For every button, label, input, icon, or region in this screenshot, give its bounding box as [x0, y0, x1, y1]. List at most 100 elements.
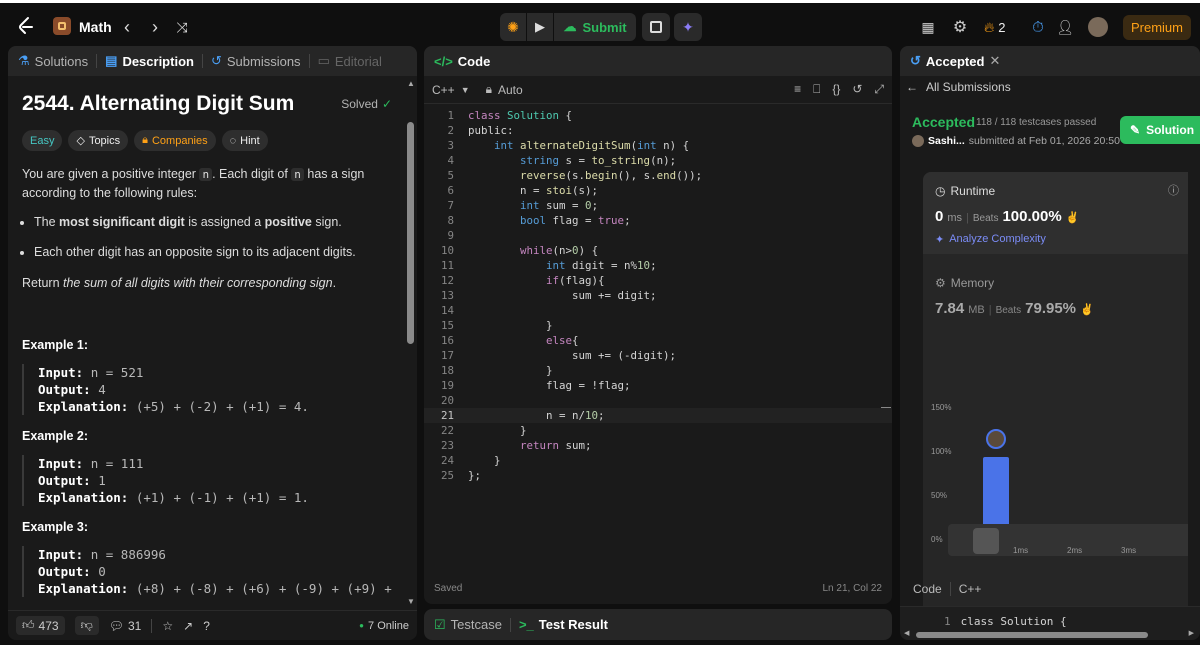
scroll-right-icon[interactable]: ▶ [1189, 629, 1194, 637]
help-icon[interactable]: ? [203, 619, 210, 633]
layout-icon[interactable]: ▦ [918, 17, 938, 37]
tab-accepted[interactable]: ↺ Accepted ✕ [910, 53, 1000, 69]
problem-list-icon[interactable] [53, 17, 71, 35]
premium-button[interactable]: Premium [1123, 15, 1191, 40]
tab-description[interactable]: ▤ Description [105, 53, 194, 69]
debug-button[interactable]: ✺ [500, 13, 526, 41]
format-icon[interactable]: ≡ [794, 82, 801, 97]
slider-handle[interactable] [973, 528, 999, 554]
timer-icon[interactable]: ⏱ [1028, 17, 1048, 37]
code-line[interactable]: 11 int digit = n%10; [424, 258, 892, 273]
submitted-code-header: Code C++ [913, 582, 981, 596]
code-line[interactable]: 25}; [424, 468, 892, 483]
code-line[interactable]: 10 while(n>0) { [424, 243, 892, 258]
scroll-thumb[interactable] [407, 122, 414, 344]
solution-button[interactable]: ✎ Solution [1120, 116, 1200, 144]
run-button[interactable]: ▶ [527, 13, 553, 41]
code-line[interactable]: 22 } [424, 423, 892, 438]
code-line[interactable]: 24 } [424, 453, 892, 468]
hint-tag[interactable]: ◌ Hint [221, 130, 268, 151]
streak-counter[interactable]: 🔥︎ 2 [984, 17, 1006, 37]
prev-problem-icon[interactable]: ‹ [118, 16, 136, 38]
scroll-thumb[interactable] [916, 632, 1148, 638]
code-line[interactable]: 13 sum += digit; [424, 288, 892, 303]
topics-tag[interactable]: ◇ Topics [68, 130, 129, 151]
code-line[interactable]: 9 [424, 228, 892, 243]
code-line[interactable]: 19 flag = !flag; [424, 378, 892, 393]
shuffle-icon[interactable]: ⤨ [172, 16, 192, 38]
code-line[interactable]: 17 sum += (-digit); [424, 348, 892, 363]
code-header: </> Code [424, 46, 892, 76]
user-avatar[interactable] [1088, 17, 1108, 37]
line-number: 9 [447, 229, 454, 242]
code-editor[interactable]: 1 class Solution {2 public: 3 int alternate… [424, 108, 892, 483]
notes-button[interactable] [642, 13, 670, 41]
lock-icon: 🔒︎ [142, 134, 148, 146]
code-line[interactable]: 21 n = n/10; [424, 408, 892, 423]
close-icon[interactable]: ✕ [989, 53, 1000, 69]
info-icon[interactable]: ⓘ [1168, 182, 1179, 198]
ai-sparkle-icon[interactable]: ✦ [674, 13, 702, 41]
divider [949, 582, 951, 596]
code-line[interactable]: 3 int alternateDigitSum(int n) { [424, 138, 892, 153]
scroll-left-icon[interactable]: ◀ [904, 629, 909, 637]
scroll-down-icon[interactable]: ▼ [407, 597, 415, 606]
comments-button[interactable]: 💬︎ 31 [109, 619, 142, 633]
star-icon[interactable]: ☆ [162, 619, 173, 633]
code-line[interactable]: 5 reverse(s.begin(), s.end()); [424, 168, 892, 183]
expand-icon[interactable]: ⤢ [874, 82, 884, 97]
reset-icon[interactable]: ↺ [852, 82, 862, 97]
tab-submissions[interactable]: ↺ Submissions [211, 53, 301, 69]
add-friend-icon[interactable]: 👤︎ [1055, 17, 1075, 37]
memory-card[interactable]: ⚙ Memory 7.84 MB | Beats 79.95% ✌ [923, 254, 1188, 324]
code-line[interactable]: 12 if(flag){ [424, 273, 892, 288]
back-to-submissions[interactable]: ← All Submissions [906, 80, 1011, 94]
checkbox-icon: ☑ [434, 616, 446, 632]
submitter-name[interactable]: Sashi... [928, 135, 965, 147]
tab-code[interactable]: </> Code [434, 54, 490, 69]
solved-indicator: Solved ✓ [341, 97, 392, 111]
tab-testcase[interactable]: ☑ Testcase [434, 617, 502, 633]
line-number: 10 [440, 244, 454, 257]
submitted-code-preview: 1 class Solution { ◀ ▶ [900, 606, 1200, 640]
like-button[interactable]: 👍︎ 473 [16, 616, 65, 635]
tab-test-result[interactable]: >_ Test Result [519, 617, 608, 632]
code-line[interactable]: 16 else{ [424, 333, 892, 348]
analyze-complexity[interactable]: ✦ Analyze Complexity [935, 233, 1046, 246]
auto-mode[interactable]: 🔒︎ Auto [486, 82, 523, 97]
settings-gear-icon[interactable]: ⚙ [950, 17, 970, 37]
submit-button[interactable]: ☁ Submit [554, 13, 636, 41]
tab-solutions-label: Solutions [34, 53, 89, 69]
code-line[interactable]: 6 n = stoi(s); [424, 183, 892, 198]
dislike-button[interactable]: 👎︎ [74, 616, 99, 635]
code-line[interactable]: 8 bool flag = true; [424, 213, 892, 228]
code-line[interactable]: 7 int sum = 0; [424, 198, 892, 213]
bookmark-icon[interactable]: ⎕ [813, 82, 820, 97]
share-icon[interactable]: ↗ [183, 619, 193, 633]
distribution-slider[interactable]: 1ms 2ms 3ms [948, 524, 1188, 556]
leetcode-logo-icon[interactable] [15, 15, 37, 37]
code-line[interactable]: 1 class Solution { [424, 108, 892, 123]
code-line[interactable]: 18 } [424, 363, 892, 378]
scroll-up-icon[interactable]: ▲ [407, 79, 415, 88]
problem-list-title[interactable]: Math [79, 16, 112, 38]
code-line[interactable]: 2 public: [424, 123, 892, 138]
stats-card: ◷ Runtime ⓘ 0 ms | Beats 100.00% ✌ ✦ Analy… [923, 172, 1188, 622]
code-line[interactable]: 4 string s = to_string(n); [424, 153, 892, 168]
braces-icon[interactable]: {} [832, 82, 840, 97]
code-line[interactable]: 15 } [424, 318, 892, 333]
code-line[interactable]: 20 [424, 393, 892, 408]
description-scrollbar[interactable]: ▲ ▼ [406, 76, 415, 606]
language-select[interactable]: C++ ▼ [432, 83, 470, 97]
companies-tag[interactable]: 🔒︎ Companies [134, 130, 216, 151]
history-icon: ↺ [910, 53, 921, 68]
runtime-value: 0 [935, 208, 944, 225]
next-problem-icon[interactable]: › [146, 16, 164, 38]
code-text: } [468, 454, 501, 467]
code-line[interactable]: 23 return sum; [424, 438, 892, 453]
tab-solutions[interactable]: ⚗ Solutions [18, 53, 88, 69]
tab-editorial[interactable]: ▭ Editorial [318, 53, 382, 69]
runtime-card[interactable]: ◷ Runtime ⓘ 0 ms | Beats 100.00% ✌ ✦ Analy… [923, 172, 1188, 254]
horizontal-scrollbar[interactable]: ◀ ▶ [904, 629, 1194, 639]
code-line[interactable]: 14 [424, 303, 892, 318]
